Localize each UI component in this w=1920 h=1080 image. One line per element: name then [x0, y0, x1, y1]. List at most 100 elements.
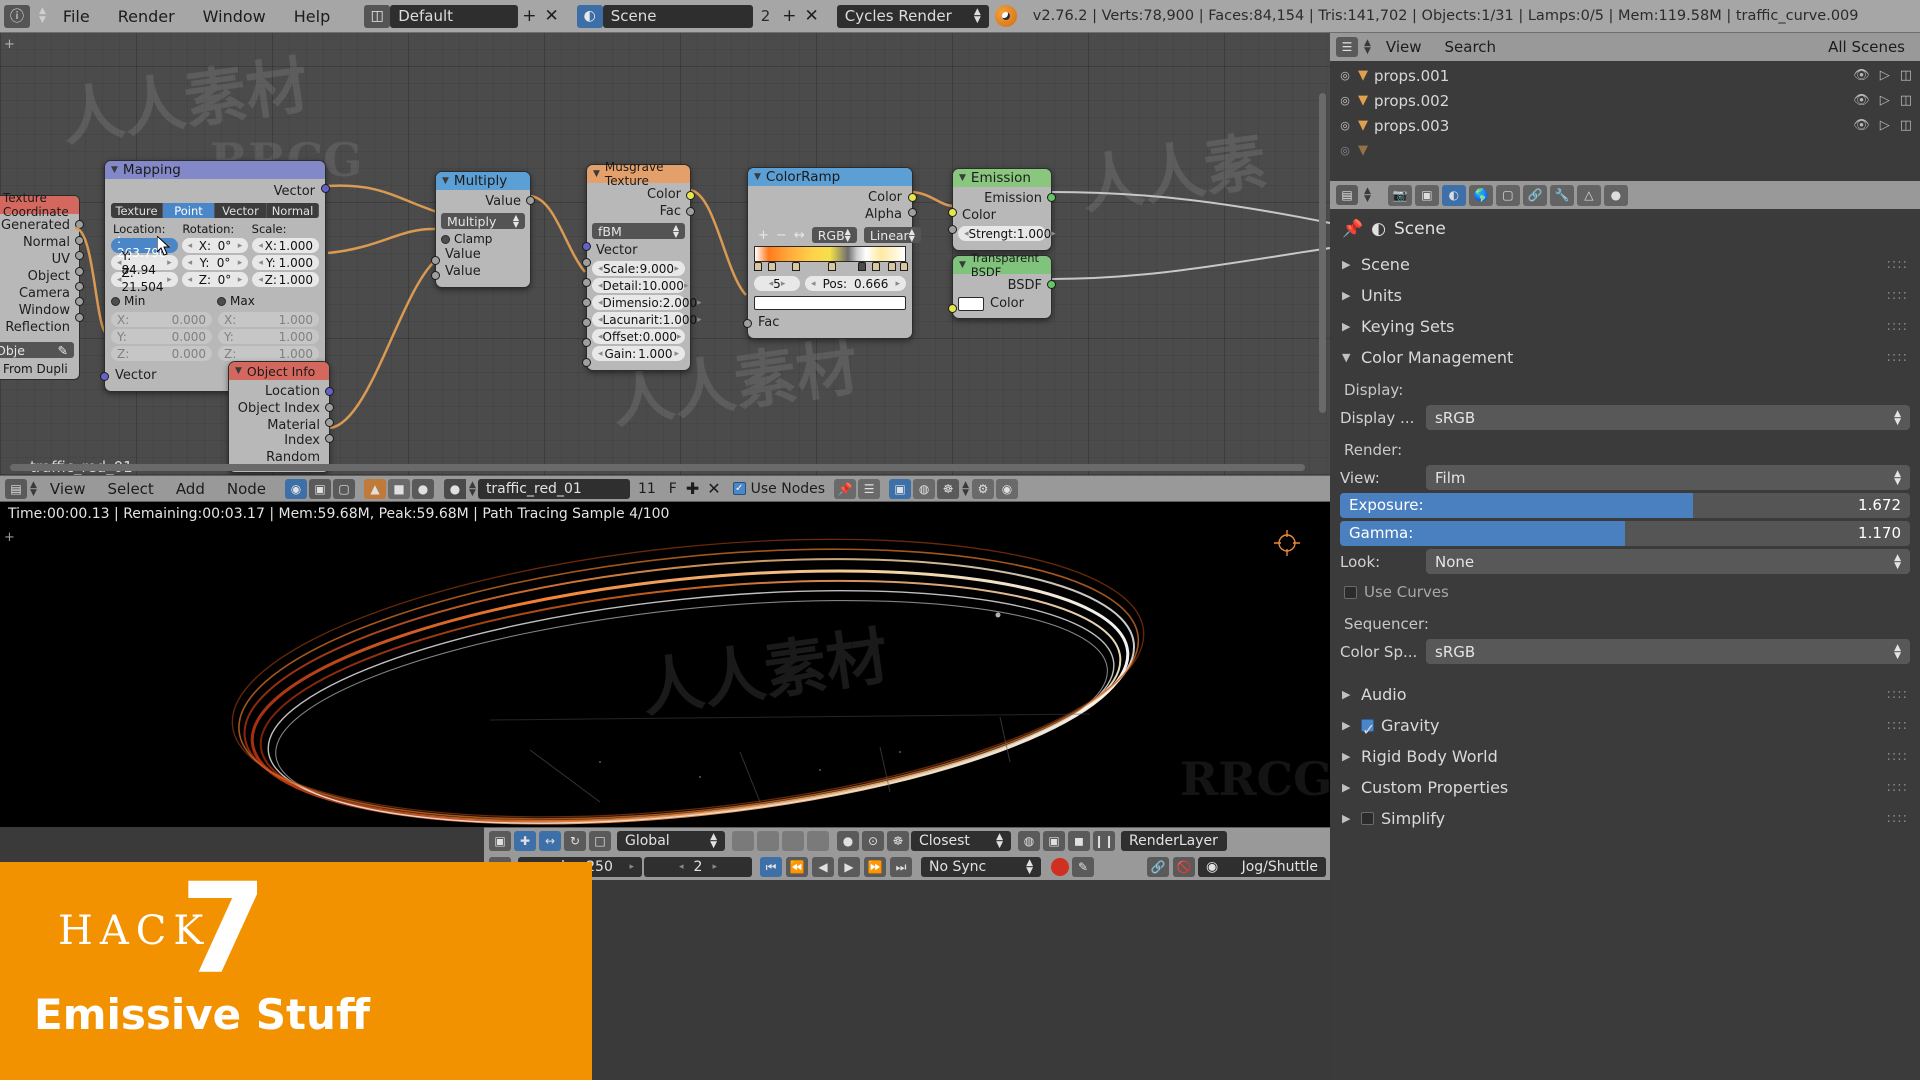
outliner-item[interactable]: ◎ ▼ props.003 👁 ▷ ◫ [1330, 113, 1920, 138]
panel-grip[interactable]: :::: [1886, 811, 1908, 826]
rotation-x-field[interactable]: ◂ X: 0° ▸ [181, 238, 249, 253]
outliner-tree[interactable]: ◎ ▼ props.001 👁 ▷ ◫ ◎ ▼ props.002 👁 ▷ ◫ … [1330, 61, 1920, 181]
socket-object-index[interactable] [325, 403, 334, 412]
color-mode-selector[interactable]: RGB ▲ ▼ [811, 227, 857, 243]
socket-emission-output[interactable] [1047, 193, 1056, 202]
ramp-stop[interactable] [828, 262, 836, 271]
stop-position-field[interactable]: ◂ Pos: 0.666 ▸ [805, 276, 906, 291]
node-header[interactable]: ▼ Texture Coordinate [0, 191, 79, 219]
socket-color-output[interactable] [908, 193, 917, 202]
detail-field[interactable]: ◂ Detail: 10.000 ▸ [592, 278, 688, 293]
jog-shuttle-control[interactable]: ◉ Jog/Shuttle [1198, 857, 1326, 877]
outliner-item[interactable]: ◎ ▼ props.001 👁 ▷ ◫ [1330, 63, 1920, 88]
renderable-icon[interactable]: ◫ [1900, 68, 1912, 83]
tab-render-layers[interactable]: ▣ [1414, 184, 1439, 206]
outliner-item[interactable]: ◎ ▼ [1330, 138, 1920, 163]
color-ramp-stops[interactable] [754, 262, 908, 271]
current-frame-field[interactable]: ◂ 2 ▸ [644, 857, 752, 877]
socket-color-output[interactable] [686, 191, 695, 200]
node-header[interactable]: ▼ Multiply [436, 172, 530, 190]
panel-grip[interactable]: :::: [1886, 350, 1908, 365]
node-header[interactable]: ▼ ColorRamp [748, 168, 912, 186]
chevron-right-icon[interactable]: ▶ [1342, 812, 1354, 825]
node-emission[interactable]: ▼ Emission Emission Color ◂ Strengt: 1.0… [948, 168, 1056, 251]
fake-user-button[interactable]: F [664, 481, 682, 497]
socket-dimension-input[interactable] [582, 298, 591, 307]
view-transform-selector[interactable]: Film ▲ ▼ [1426, 465, 1910, 490]
selectable-icon[interactable]: ▷ [1880, 118, 1890, 133]
panel-grip[interactable]: :::: [1886, 780, 1908, 795]
editor-type-caret[interactable]: ▲ ▼ [1362, 39, 1373, 56]
socket-normal[interactable] [75, 236, 84, 245]
ramp-stop[interactable] [768, 262, 776, 271]
auto-key-icon[interactable]: ✎ [1072, 857, 1094, 877]
menu-view[interactable]: View [1376, 38, 1432, 56]
eyedropper-icon[interactable]: ✎ [58, 343, 68, 358]
scale-z-field[interactable]: ◂ Z: 1.000 [252, 272, 320, 287]
socket-window[interactable] [75, 297, 84, 306]
socket-bsdf-output[interactable] [1047, 280, 1056, 289]
translate-manipulator-icon[interactable]: ↔ [539, 831, 561, 851]
proportional-edit-icon[interactable]: ◍ [1018, 831, 1040, 851]
panel-rigid-body-world[interactable]: ▶ Rigid Body World :::: [1340, 741, 1910, 772]
operation-selector[interactable]: Multiply ▲ ▼ [441, 213, 525, 229]
panel-keying-sets[interactable]: ▶ Keying Sets :::: [1340, 311, 1910, 342]
render-engine-selector[interactable]: Cycles Render ▲ ▼ [836, 4, 989, 28]
render-layer-selector[interactable]: RenderLayer [1121, 831, 1227, 851]
snap-magnet-icon[interactable]: ☸ [887, 831, 909, 851]
tab-constraints[interactable]: 🔗 [1522, 184, 1547, 206]
pin-icon[interactable]: 📌 [834, 478, 857, 499]
ramp-stop[interactable] [900, 262, 908, 271]
slot-icon[interactable]: ■ [388, 478, 411, 499]
screen-layout-selector[interactable]: Default [390, 4, 519, 28]
panel-gravity[interactable]: ▶ ✓ Gravity :::: [1340, 710, 1910, 741]
panel-units[interactable]: ▶ Units :::: [1340, 280, 1910, 311]
interpolation-selector[interactable]: Linear ▲ ▼ [863, 227, 921, 243]
visibility-icon[interactable]: 👁 [1853, 68, 1870, 83]
play-icon[interactable]: ▶ [838, 857, 860, 877]
socket-uv[interactable] [75, 251, 84, 260]
node-view-corner-widget[interactable]: + [4, 37, 15, 52]
min-checkbox[interactable] [111, 296, 120, 306]
add-stop-icon[interactable]: + [758, 228, 769, 243]
menu-window[interactable]: Window [189, 5, 280, 28]
tab-world[interactable]: 🌎 [1468, 184, 1493, 206]
material-users-count[interactable]: 11 [630, 481, 664, 497]
collapse-triangle-icon[interactable]: ▼ [593, 169, 600, 179]
transform-orientation-selector[interactable]: Global ▲ ▼ [617, 831, 725, 851]
stop-color-swatch[interactable] [754, 296, 906, 310]
socket-fac-input[interactable] [743, 319, 752, 328]
editor-type-caret[interactable]: ▲ ▼ [28, 480, 39, 497]
menu-file[interactable]: File [49, 5, 104, 28]
node-header[interactable]: ▼ Emission [953, 169, 1051, 187]
simplify-checkbox[interactable] [1361, 812, 1374, 825]
outliner-item[interactable]: ◎ ▼ props.002 👁 ▷ ◫ [1330, 88, 1920, 113]
info-editor-icon[interactable]: ⓘ [4, 4, 30, 28]
menu-node[interactable]: Node [216, 480, 277, 498]
unlink-material-button[interactable]: ✕ [703, 479, 724, 498]
strength-field[interactable]: ◂ Strengt: 1.000 ▸ [958, 226, 1056, 241]
visibility-icon[interactable]: 👁 [1853, 93, 1870, 108]
chevron-right-icon[interactable]: ▶ [1342, 258, 1354, 271]
tab-object[interactable]: ▢ [1495, 184, 1520, 206]
socket-offset-input[interactable] [582, 338, 591, 347]
socket-camera[interactable] [75, 282, 84, 291]
delete-scene-button[interactable]: ✕ [801, 6, 823, 26]
browse-material-icon[interactable]: ● [412, 478, 435, 499]
ramp-stop[interactable] [888, 262, 896, 271]
rotation-y-field[interactable]: ◂ Y: 0° ▸ [181, 255, 249, 270]
editor-type-icon[interactable]: ▤ [5, 478, 27, 499]
node-header[interactable]: ▼ Transparent BSDF [953, 251, 1051, 279]
expand-icon[interactable]: ◎ [1338, 69, 1352, 82]
editor-type-caret[interactable]: ▲ ▼ [1362, 187, 1373, 204]
add-scene-button[interactable]: + [778, 6, 800, 26]
remove-stop-icon[interactable]: − [776, 228, 787, 243]
outliner-display-mode[interactable]: All Scenes [1818, 38, 1915, 56]
material-browse-caret[interactable]: ▲ ▼ [467, 480, 478, 497]
panel-grip[interactable]: :::: [1886, 319, 1908, 334]
panel-color-management[interactable]: ▼ Color Management :::: [1340, 342, 1910, 373]
node-editor-canvas[interactable]: + 人人素材 RRCG 人人素材 RRCG 人人素 ▼ Texture Coor… [0, 33, 1330, 475]
properties-panel[interactable]: 📌 ◐ Scene ▶ Scene :::: ▶ Units :::: ▶ Ke… [1330, 209, 1920, 1080]
node-mapping[interactable]: ▼ Mapping Vector Texture Point Vector No… [100, 160, 330, 392]
menu-view[interactable]: View [39, 480, 97, 498]
